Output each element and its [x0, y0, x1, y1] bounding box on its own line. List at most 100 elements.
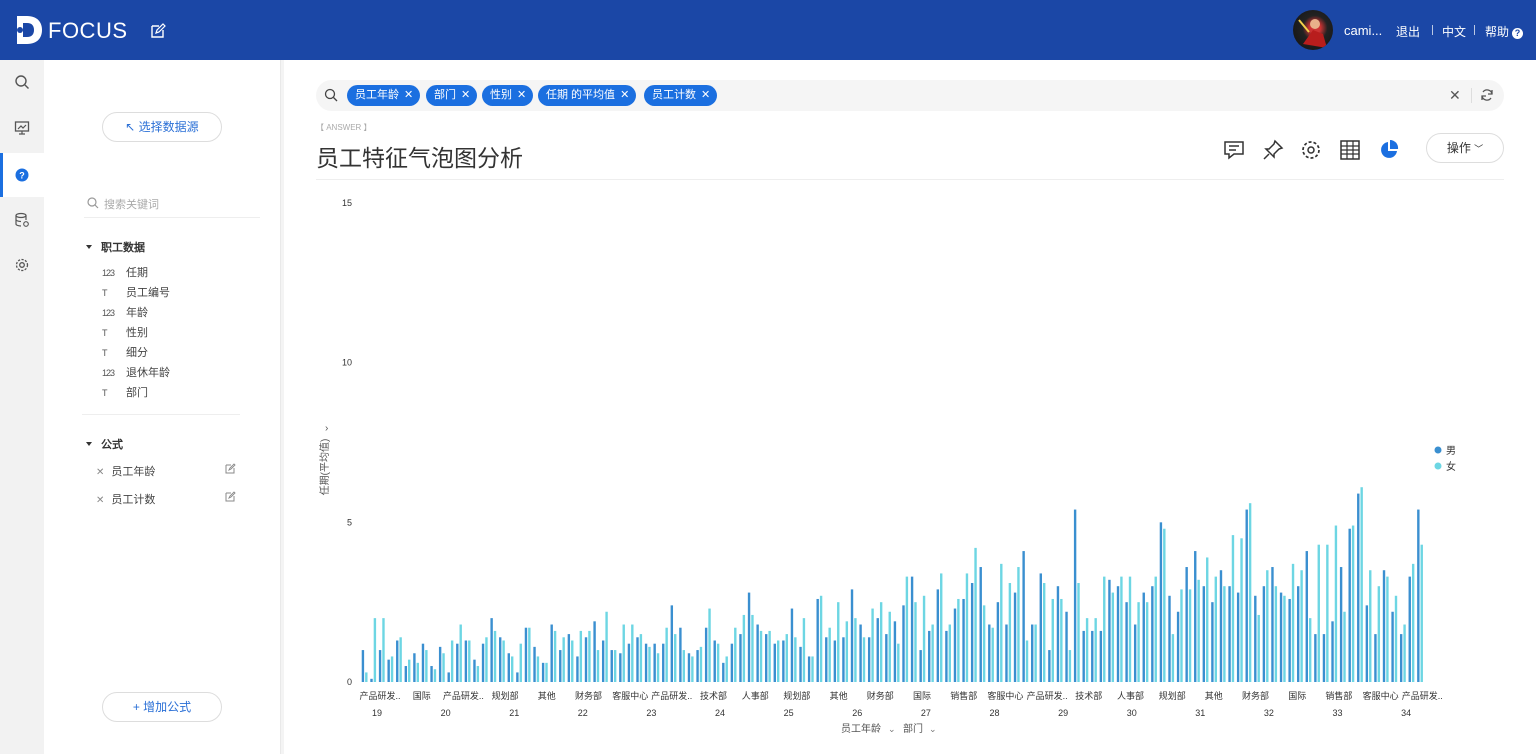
remove-formula-icon[interactable]: ✕: [96, 467, 104, 478]
help-link[interactable]: 帮助?: [1485, 23, 1524, 40]
query-tag[interactable]: 性别 ✕: [482, 85, 534, 106]
bar-female: [931, 624, 934, 682]
remove-tag-icon[interactable]: ✕: [620, 89, 629, 101]
bar-female: [991, 627, 994, 682]
bar-male: [524, 627, 528, 682]
query-tag[interactable]: 员工计数 ✕: [644, 85, 718, 106]
divider: [1474, 25, 1475, 35]
remove-tag-icon[interactable]: ✕: [517, 89, 526, 101]
bar-female: [1214, 576, 1217, 682]
operate-dropdown[interactable]: 操作 ﹀: [1426, 133, 1504, 163]
nav-dashboard[interactable]: [0, 106, 44, 150]
bar-male: [1022, 551, 1025, 682]
field-item[interactable]: 123 任期: [102, 264, 148, 279]
text-type-icon: T: [102, 348, 108, 358]
presentation-icon: [14, 121, 30, 135]
x-tick-label-age: 26: [852, 708, 862, 718]
bar-female: [699, 646, 703, 682]
focus-logo-icon[interactable]: [14, 14, 44, 46]
field-item[interactable]: T 员工编号: [102, 284, 170, 299]
field-item[interactable]: 123 年龄: [102, 304, 148, 319]
query-tag[interactable]: 部门 ✕: [426, 85, 478, 106]
numeric-type-icon: 123: [102, 268, 115, 278]
answer-title: 员工特征气泡图分析: [316, 145, 523, 171]
comment-icon[interactable]: [1223, 139, 1245, 161]
bar-female: [476, 666, 480, 682]
bar-male: [1339, 567, 1343, 682]
remove-tag-icon[interactable]: ✕: [461, 89, 470, 101]
query-tag[interactable]: 任期 的平均值 ✕: [538, 85, 637, 106]
bar-male: [687, 653, 691, 682]
query-tag[interactable]: 员工年龄 ✕: [347, 85, 421, 106]
remove-formula-icon[interactable]: ✕: [96, 495, 104, 506]
bar-male: [970, 583, 974, 682]
remove-tag-icon[interactable]: ✕: [701, 89, 710, 101]
remove-tag-icon[interactable]: ✕: [404, 89, 413, 101]
data-panel: ↖ 选择数据源 搜索关键词 职工数据 123 任期 T 员工编号 123 年龄 T 性别…: [44, 60, 281, 754]
bar-male: [919, 650, 922, 682]
add-formula-button[interactable]: + 增加公式: [102, 692, 222, 722]
nav-settings[interactable]: [0, 243, 44, 287]
bar-male: [1133, 624, 1137, 682]
gear-icon[interactable]: [1300, 139, 1322, 161]
bar-male: [1271, 567, 1274, 682]
formula-item[interactable]: ✕ 员工计数: [96, 491, 236, 507]
field-item[interactable]: T 部门: [102, 384, 148, 399]
panel-splitter[interactable]: [281, 60, 284, 754]
clear-query-icon[interactable]: ✕: [1449, 87, 1461, 104]
x-tick-label-department: 其他: [830, 690, 848, 701]
query-bar[interactable]: 员工年龄 ✕ 部门 ✕ 性别 ✕ 任期 的平均值 ✕ 员工计数 ✕ ✕: [316, 80, 1504, 111]
data-group-header[interactable]: 职工数据: [86, 239, 145, 255]
bar-male: [765, 634, 768, 682]
nav-data[interactable]: [0, 198, 44, 242]
bar-male: [619, 653, 622, 682]
bar-female: [596, 650, 600, 682]
legend-label: 女: [1446, 460, 1456, 473]
bar-female: [837, 602, 840, 682]
bar-female: [562, 637, 565, 682]
bar-female: [1326, 544, 1329, 682]
user-avatar[interactable]: [1293, 10, 1333, 50]
language-link[interactable]: 中文: [1442, 23, 1466, 40]
table-icon[interactable]: [1339, 139, 1361, 161]
select-datasource-button[interactable]: ↖ 选择数据源: [102, 112, 222, 142]
username[interactable]: cami...: [1344, 23, 1382, 38]
bar-female: [957, 598, 960, 682]
x-tick-label-age: 28: [989, 708, 999, 718]
bar-chart: 051015任期(平均值)›产品研发.. 国际 产品研发.. 规划部 其他 财务部 客服中心…: [318, 198, 1456, 735]
edit-icon[interactable]: [150, 23, 166, 39]
bar-male: [747, 592, 751, 682]
bar-male: [1013, 592, 1017, 682]
bar-female: [1103, 576, 1106, 682]
bar-male: [1245, 509, 1248, 682]
field-item[interactable]: T 细分: [102, 344, 148, 359]
data-group-title: 职工数据: [101, 242, 145, 254]
y-tick-label: 0: [347, 677, 352, 687]
bar-female: [1351, 525, 1355, 682]
bar-male: [756, 624, 759, 682]
bar-female: [828, 627, 831, 682]
bar-female: [425, 650, 428, 682]
x-tick-label-department: 客服中心: [987, 690, 1023, 701]
logout-link[interactable]: 退出: [1396, 23, 1420, 40]
formula-group-header[interactable]: 公式: [86, 436, 123, 452]
bar-female: [588, 630, 591, 682]
bar-female: [1120, 576, 1123, 682]
pin-icon[interactable]: [1262, 139, 1284, 161]
edit-formula-icon[interactable]: [225, 491, 236, 502]
x-tick-label-department: 技术部: [700, 690, 727, 701]
edit-formula-icon[interactable]: [225, 463, 236, 474]
formula-item[interactable]: ✕ 员工年龄: [96, 463, 236, 479]
refresh-icon[interactable]: [1480, 88, 1494, 102]
pie-chart-icon[interactable]: [1378, 139, 1400, 161]
nav-search[interactable]: [0, 60, 44, 104]
bar-female: [553, 630, 557, 682]
left-nav: ?: [0, 60, 44, 754]
keyword-search[interactable]: 搜索关键词: [84, 188, 260, 218]
caret-down-icon: [86, 442, 92, 446]
field-item[interactable]: T 性别: [102, 324, 148, 339]
field-item[interactable]: 123 退休年龄: [102, 364, 170, 379]
bar-male: [713, 640, 716, 682]
bar-female: [373, 618, 377, 682]
nav-answer[interactable]: ?: [0, 153, 44, 197]
